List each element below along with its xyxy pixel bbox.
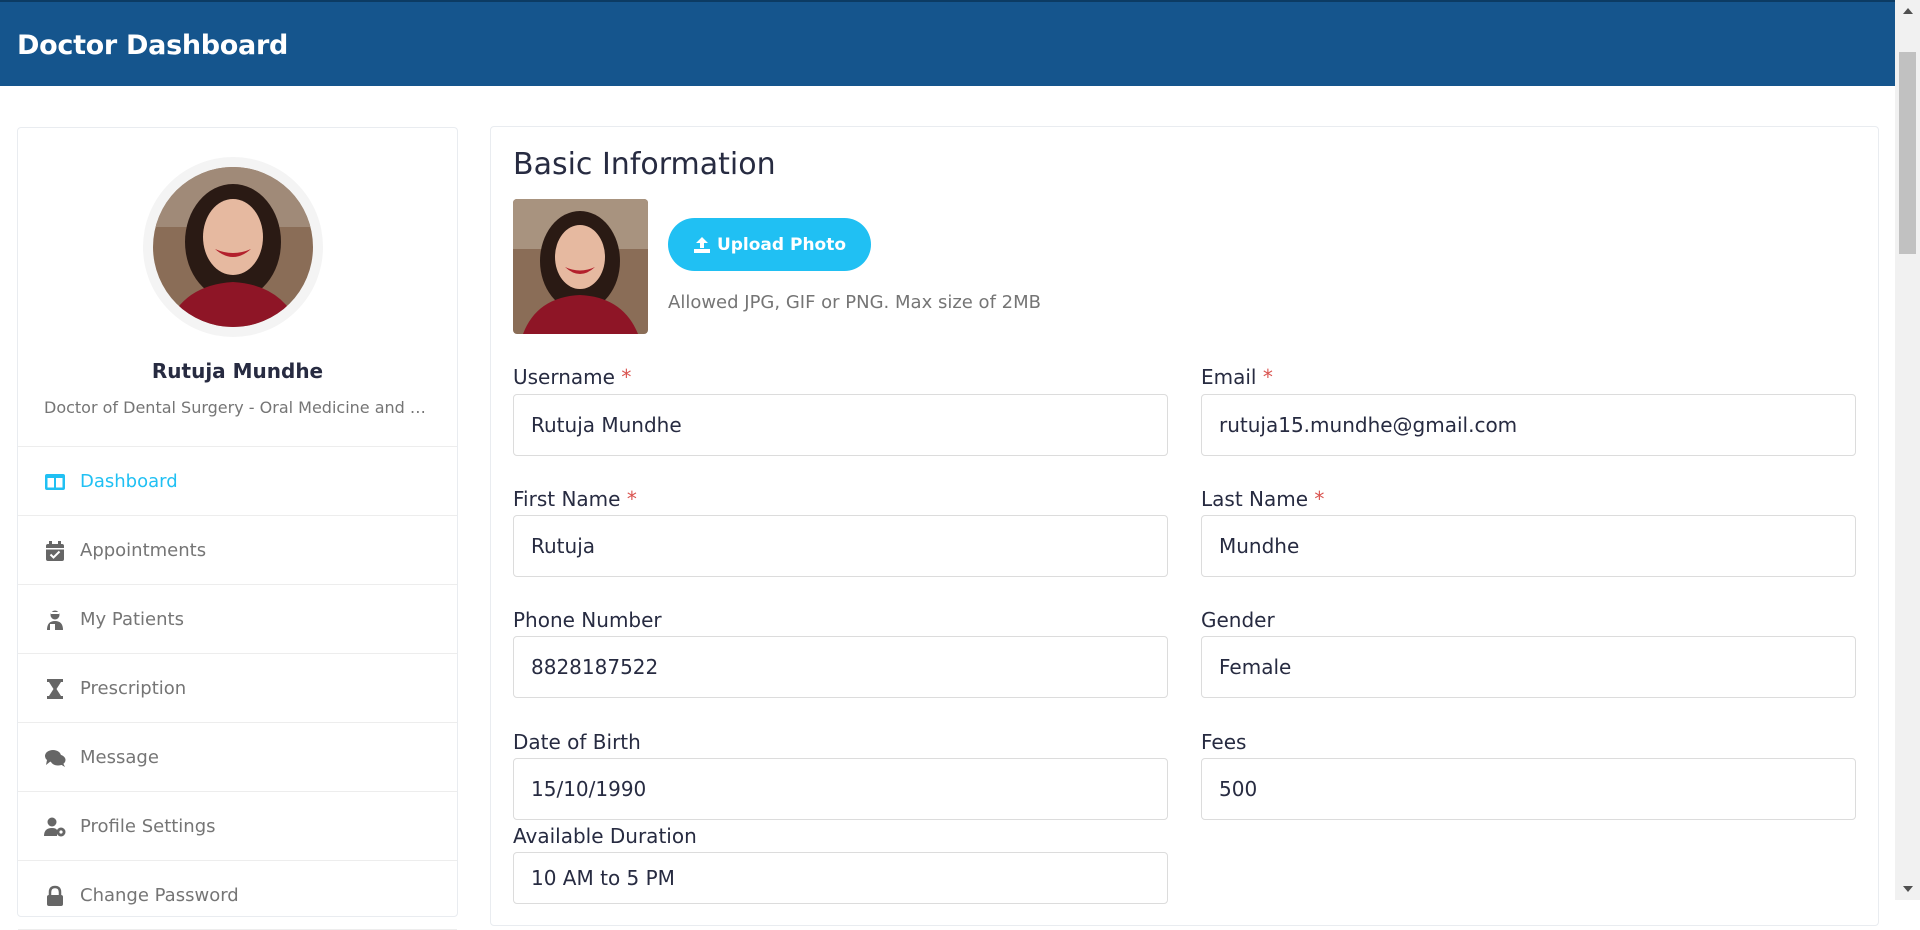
scroll-up-arrow-icon[interactable]: [1903, 8, 1913, 14]
user-cog-icon: [44, 817, 66, 837]
columns-icon: [45, 474, 65, 490]
fees-field[interactable]: [1201, 758, 1856, 820]
sidebar-item-appointments[interactable]: Appointments: [18, 516, 457, 585]
fees-label-text: Fees: [1201, 730, 1247, 754]
fees-label: Fees: [1201, 730, 1246, 754]
top-header: Doctor Dashboard: [0, 0, 1895, 86]
username-label: Username *: [513, 365, 631, 389]
email-label-text: Email: [1201, 365, 1257, 389]
sidebar-item-label: Message: [80, 747, 159, 768]
phone-label: Phone Number: [513, 608, 662, 632]
gender-label: Gender: [1201, 608, 1275, 632]
lock-icon: [47, 885, 63, 906]
avatar-frame: [143, 157, 323, 337]
basic-information-card: Basic Information Upload Photo Allowed J…: [490, 126, 1879, 926]
section-title: Basic Information: [513, 147, 776, 182]
dob-label: Date of Birth: [513, 730, 641, 754]
user-injured-icon: [47, 610, 63, 630]
dob-field[interactable]: [513, 758, 1168, 820]
sidebar-item-label: Prescription: [80, 678, 187, 699]
sidebar-item-profile-settings[interactable]: Profile Settings: [18, 792, 457, 861]
sidebar-item-label: Dashboard: [80, 471, 178, 492]
upload-photo-label: Upload Photo: [716, 234, 847, 255]
upload-icon: [693, 236, 710, 253]
username-field[interactable]: [513, 394, 1168, 456]
username-label-text: Username: [513, 365, 615, 389]
required-marker: *: [626, 487, 637, 511]
avatar: [153, 167, 313, 327]
sidebar-item-change-password[interactable]: Change Password: [18, 861, 457, 930]
required-marker: *: [1262, 365, 1273, 389]
phone-field[interactable]: [513, 636, 1168, 698]
scroll-down-arrow-icon[interactable]: [1903, 886, 1913, 892]
sidebar-item-message[interactable]: Message: [18, 723, 457, 792]
email-label: Email *: [1201, 365, 1273, 389]
duration-label-text: Available Duration: [513, 824, 697, 848]
sidebar-item-my-patients[interactable]: My Patients: [18, 585, 457, 654]
page-title: Doctor Dashboard: [17, 30, 289, 61]
gender-field[interactable]: [1201, 636, 1856, 698]
available-duration-field[interactable]: [513, 852, 1168, 904]
upload-note: Allowed JPG, GIF or PNG. Max size of 2MB: [668, 292, 1041, 313]
scroll-thumb[interactable]: [1899, 52, 1916, 254]
first-name-label-text: First Name: [513, 487, 621, 511]
sidebar-item-label: Change Password: [80, 885, 239, 906]
phone-label-text: Phone Number: [513, 608, 662, 632]
sidebar-nav: Dashboard Appointments My Patients Presc…: [18, 446, 457, 930]
doctor-specialty: Doctor of Dental Surgery - Oral Medicine…: [44, 398, 434, 417]
dob-label-text: Date of Birth: [513, 730, 641, 754]
sidebar-item-label: Profile Settings: [80, 816, 216, 837]
sidebar-item-prescription[interactable]: Prescription: [18, 654, 457, 723]
required-marker: *: [621, 365, 632, 389]
last-name-label: Last Name *: [1201, 487, 1324, 511]
upload-photo-button[interactable]: Upload Photo: [668, 218, 871, 271]
page-scrollbar[interactable]: [1895, 0, 1920, 900]
sidebar-item-dashboard[interactable]: Dashboard: [18, 447, 457, 516]
required-marker: *: [1314, 487, 1325, 511]
calendar-check-icon: [46, 541, 64, 561]
last-name-field[interactable]: [1201, 515, 1856, 577]
sidebar-item-label: My Patients: [80, 609, 184, 630]
hourglass-icon: [47, 679, 63, 699]
last-name-label-text: Last Name: [1201, 487, 1309, 511]
profile-sidebar: Rutuja Mundhe Doctor of Dental Surgery -…: [17, 127, 458, 930]
comments-icon: [45, 750, 66, 767]
sidebar-item-label: Appointments: [80, 540, 207, 561]
gender-label-text: Gender: [1201, 608, 1275, 632]
first-name-field[interactable]: [513, 515, 1168, 577]
first-name-label: First Name *: [513, 487, 637, 511]
profile-photo-preview: [513, 199, 648, 334]
doctor-name: Rutuja Mundhe: [151, 359, 324, 383]
duration-label: Available Duration: [513, 824, 697, 848]
email-field[interactable]: [1201, 394, 1856, 456]
